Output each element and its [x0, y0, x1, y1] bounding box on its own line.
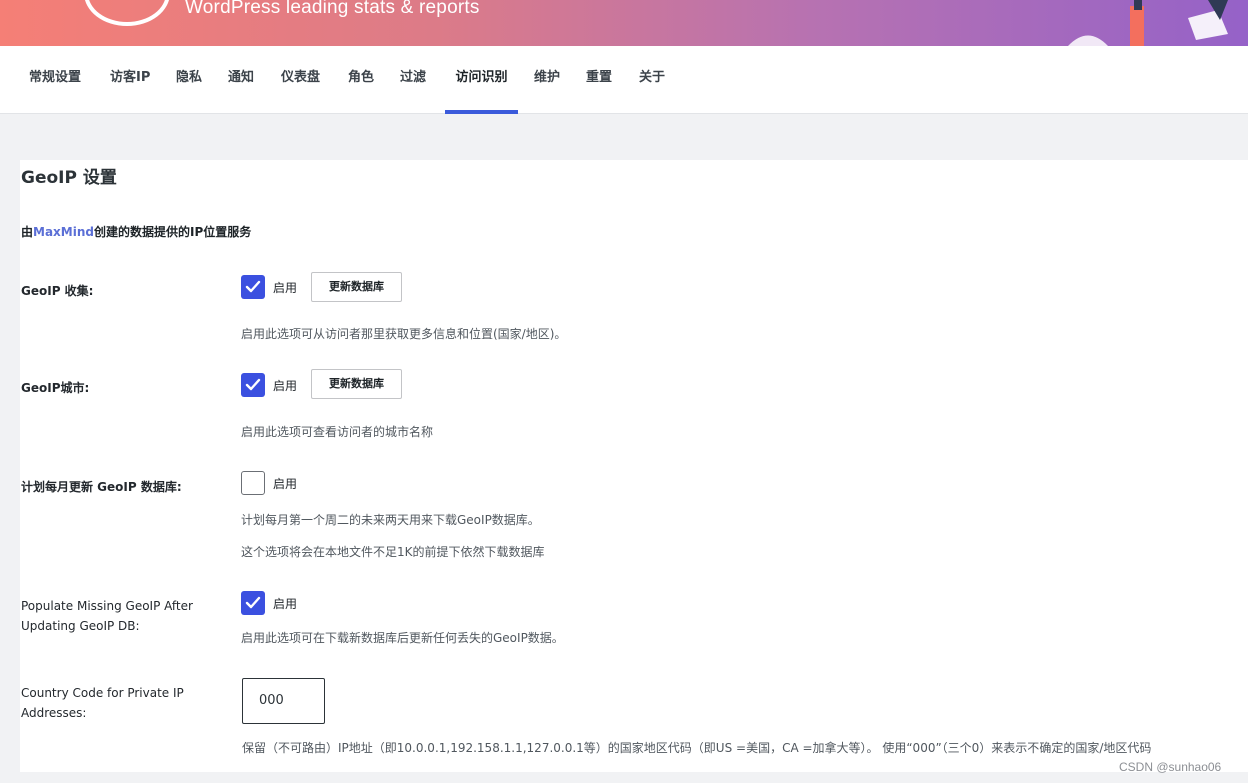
geoip-settings-panel: GeoIP 设置 由MaxMind创建的数据提供的IP位置服务 GeoIP 收集… [20, 160, 1248, 772]
geoip-city-label: GeoIP城市: [21, 381, 90, 395]
geoip-collection-enable-label: 启用 [273, 281, 298, 295]
geoip-schedule-label: 计划每月更新 GeoIP 数据库: [21, 480, 182, 494]
tab-maintenance[interactable]: 维护 [526, 46, 568, 114]
private-ip-country-label: Country Code for Private IP Addresses: [21, 686, 184, 720]
private-ip-country-input[interactable]: 000 [242, 678, 325, 724]
populate-missing-enable-label: 启用 [273, 597, 298, 611]
banner-illustration [1068, 0, 1228, 46]
update-city-database-button[interactable]: 更新数据库 [311, 369, 402, 399]
geoip-schedule-desc: 计划每月第一个周二的未来两天用来下载GeoIP数据库。 [241, 513, 540, 527]
geoip-collection-checkbox[interactable] [241, 275, 265, 299]
tab-privacy[interactable]: 隐私 [168, 46, 210, 114]
tab-general[interactable]: 常规设置 [21, 46, 89, 114]
settings-tabs: 常规设置 访客IP 隐私 通知 仪表盘 角色 过滤 访问识别 维护 重置 关于 [0, 46, 1248, 114]
geoip-schedule-desc-2: 这个选项将会在本地文件不足1K的前提下依然下载数据库 [241, 545, 545, 559]
tab-notifications[interactable]: 通知 [220, 46, 262, 114]
geoip-collection-desc: 启用此选项可从访问者那里获取更多信息和位置(国家/地区)。 [241, 327, 567, 341]
geoip-schedule-checkbox[interactable] [241, 471, 265, 495]
geoip-collection-label: GeoIP 收集: [21, 284, 94, 298]
tab-filters[interactable]: 过滤 [392, 46, 434, 114]
plugin-logo [84, 0, 170, 26]
populate-missing-desc: 启用此选项可在下载新数据库后更新任何丢失的GeoIP数据。 [241, 631, 564, 645]
geoip-city-enable-label: 启用 [273, 379, 298, 393]
tab-dashboard[interactable]: 仪表盘 [273, 46, 328, 114]
header-banner: WordPress leading stats & reports [0, 0, 1248, 46]
checkmark-icon [245, 378, 261, 391]
private-ip-country-desc: 保留（不可路由）IP地址（即10.0.0.1,192.158.1.1,127.0… [242, 741, 1152, 755]
checkmark-icon [245, 596, 261, 609]
watermark: CSDN @sunhao06 [1119, 760, 1222, 774]
geoip-schedule-enable-label: 启用 [273, 477, 298, 491]
populate-missing-checkbox[interactable] [241, 591, 265, 615]
populate-missing-label: Populate Missing GeoIP After Updating Ge… [21, 599, 193, 633]
geoip-city-desc: 启用此选项可查看访问者的城市名称 [241, 425, 434, 439]
geoip-city-checkbox[interactable] [241, 373, 265, 397]
tab-visit-recognition[interactable]: 访问识别 [445, 46, 518, 114]
update-database-button[interactable]: 更新数据库 [311, 272, 402, 302]
tab-roles[interactable]: 角色 [340, 46, 382, 114]
maxmind-link[interactable]: MaxMind [33, 225, 94, 239]
intro-text: 由MaxMind创建的数据提供的IP位置服务 [21, 223, 251, 240]
tab-about[interactable]: 关于 [631, 46, 673, 114]
tab-visitor-ip[interactable]: 访客IP [102, 46, 158, 114]
panel-title: GeoIP 设置 [21, 168, 117, 188]
checkmark-icon [245, 280, 261, 293]
tab-reset[interactable]: 重置 [578, 46, 620, 114]
intro-prefix: 由 [21, 225, 34, 239]
intro-suffix: 创建的数据提供的IP位置服务 [93, 225, 252, 239]
banner-tagline: WordPress leading stats & reports [185, 0, 480, 18]
